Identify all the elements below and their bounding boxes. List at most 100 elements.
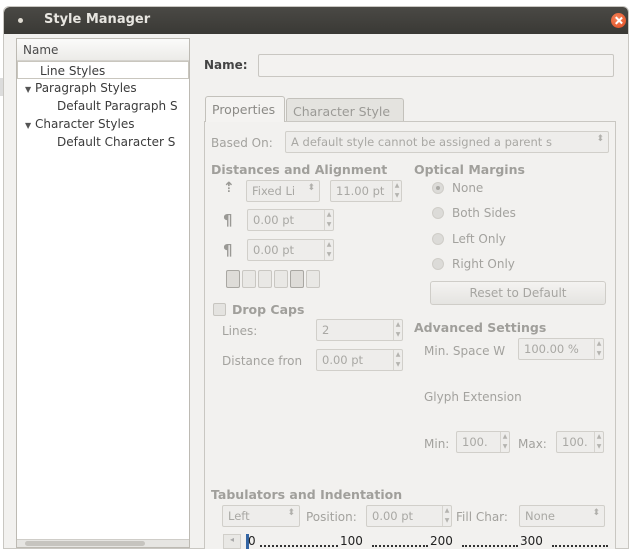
- radio-none-label: None: [452, 181, 484, 195]
- fill-char-value: None: [525, 509, 556, 523]
- drop-caps-checkbox[interactable]: [213, 303, 226, 316]
- glyph-max-value: 100.: [562, 435, 588, 449]
- glyph-min-value: 100.: [462, 435, 488, 449]
- spin-icon[interactable]: ▲ ▼: [392, 181, 401, 201]
- radio-left-only[interactable]: [432, 233, 444, 245]
- spin-icon[interactable]: ▲ ▼: [442, 506, 451, 526]
- tab-alignment-combo[interactable]: Left ⬍: [222, 505, 300, 527]
- close-icon[interactable]: [611, 13, 626, 28]
- tree-header-name[interactable]: Name: [17, 39, 189, 61]
- glyph-max-label: Max:: [518, 437, 547, 451]
- title-bar[interactable]: Style Manager: [4, 7, 628, 34]
- spin-icon[interactable]: ▲ ▼: [324, 240, 333, 260]
- radio-none[interactable]: [432, 182, 444, 194]
- radio-right-only-label: Right Only: [452, 257, 515, 271]
- min-space-field[interactable]: 100.00 % ▲ ▼: [518, 338, 604, 360]
- tree-item-default-paragraph[interactable]: Default Paragraph S: [17, 97, 189, 115]
- spin-icon[interactable]: ▲ ▼: [594, 432, 603, 452]
- radio-right-only[interactable]: [432, 258, 444, 270]
- tree-item-label: Character Styles: [35, 117, 135, 131]
- tree-item-paragraph-styles[interactable]: ▼ Paragraph Styles: [17, 79, 189, 97]
- glyph-max-field[interactable]: 100. ▲ ▼: [556, 431, 604, 453]
- chevron-updown-icon: ⬍: [287, 508, 295, 518]
- style-tree[interactable]: Name Line Styles ▼ Paragraph Styles Defau…: [16, 38, 190, 548]
- chevron-updown-icon: ⬍: [592, 508, 600, 518]
- based-on-value: A default style cannot be assigned a par…: [291, 135, 552, 149]
- tree-item-line-styles[interactable]: Line Styles: [17, 61, 189, 79]
- space-above-icon: ¶: [223, 211, 233, 229]
- name-label: Name:: [204, 58, 248, 72]
- based-on-combo[interactable]: A default style cannot be assigned a par…: [285, 131, 609, 153]
- glyph-min-field[interactable]: 100. ▲ ▼: [456, 431, 510, 453]
- tab-properties[interactable]: Properties: [205, 96, 285, 122]
- fill-char-combo[interactable]: None ⬍: [519, 505, 605, 527]
- space-below-field[interactable]: 0.00 pt ▲ ▼: [247, 239, 334, 261]
- radio-left-only-label: Left Only: [452, 232, 506, 246]
- name-input[interactable]: [258, 54, 614, 77]
- based-on-label: Based On:: [211, 136, 273, 150]
- fill-char-label: Fill Char:: [456, 510, 508, 524]
- ruler-ticks: [462, 545, 518, 549]
- distance-from-label: Distance fron: [222, 354, 303, 368]
- spin-icon[interactable]: ▲ ▼: [393, 350, 402, 370]
- space-above-field[interactable]: 0.00 pt ▲ ▼: [247, 209, 334, 231]
- tab-ruler[interactable]: 0 100 200 300: [246, 534, 610, 549]
- expander-down-icon[interactable]: ▼: [25, 117, 35, 133]
- tree-item-character-styles[interactable]: ▼ Character Styles: [17, 115, 189, 133]
- align-right-button[interactable]: [242, 270, 256, 288]
- space-below-icon: ¶: [223, 241, 233, 259]
- lines-label: Lines:: [222, 324, 258, 338]
- ruler-label: 100: [340, 534, 363, 548]
- advanced-settings-title: Advanced Settings: [414, 320, 547, 335]
- align-justify-button[interactable]: [274, 270, 288, 288]
- spin-icon[interactable]: ▲ ▼: [594, 339, 603, 359]
- tab-character-style[interactable]: Character Style: [286, 98, 404, 122]
- reset-to-default-button[interactable]: Reset to Default: [430, 281, 606, 305]
- expander-down-icon[interactable]: ▼: [25, 81, 35, 97]
- line-spacing-mode-combo[interactable]: Fixed Li ⬍: [246, 180, 320, 202]
- scrollbar-thumb[interactable]: [25, 541, 145, 546]
- lines-field[interactable]: 2 ▲ ▼: [316, 319, 403, 341]
- drop-caps-label: Drop Caps: [232, 302, 305, 317]
- window-title: Style Manager: [44, 12, 151, 27]
- tab-position-field[interactable]: 0.00 pt ▲ ▼: [366, 505, 452, 527]
- tab-position-label: Position:: [306, 510, 357, 524]
- tree-item-label: Line Styles: [40, 64, 106, 78]
- chevron-updown-icon: ⬍: [307, 183, 315, 193]
- space-below-value: 0.00 pt: [253, 243, 295, 257]
- ruler-left-arrow-icon[interactable]: ◂: [223, 534, 241, 549]
- lines-value: 2: [322, 323, 330, 337]
- ruler-ticks: [552, 545, 608, 549]
- spin-icon[interactable]: ▲ ▼: [324, 210, 333, 230]
- min-space-value: 100.00 %: [524, 342, 579, 356]
- radio-both-sides-label: Both Sides: [452, 206, 516, 220]
- line-spacing-value-field[interactable]: 11.00 pt ▲ ▼: [330, 180, 402, 202]
- optical-margins-title: Optical Margins: [414, 162, 525, 177]
- tabulators-section-title: Tabulators and Indentation: [211, 487, 403, 502]
- tree-item-label: Paragraph Styles: [35, 81, 137, 95]
- align-left-button[interactable]: [226, 270, 240, 288]
- tree-horizontal-scrollbar[interactable]: [17, 539, 189, 547]
- distances-section-title: Distances and Alignment: [211, 162, 388, 177]
- tree-item-default-character[interactable]: Default Character S: [17, 133, 189, 151]
- ruler-label: 200: [430, 534, 453, 548]
- glyph-min-label: Min:: [424, 437, 450, 451]
- tab-alignment-value: Left: [228, 509, 250, 523]
- line-spacing-icon: ⇡: [223, 180, 235, 196]
- space-above-value: 0.00 pt: [253, 213, 295, 227]
- distance-from-field[interactable]: 0.00 pt ▲ ▼: [316, 349, 403, 371]
- align-forced-button[interactable]: [290, 270, 304, 288]
- distance-from-value: 0.00 pt: [322, 353, 364, 367]
- align-center-button[interactable]: [258, 270, 272, 288]
- ruler-label: 0: [248, 534, 256, 548]
- ruler-label: 300: [520, 534, 543, 548]
- ruler-ticks: [260, 545, 338, 549]
- window-menu-icon[interactable]: [18, 18, 23, 23]
- tab-position-value: 0.00 pt: [372, 509, 414, 523]
- align-more-button[interactable]: [306, 270, 320, 288]
- glyph-extension-label: Glyph Extension: [424, 390, 522, 404]
- ruler-ticks: [372, 545, 428, 549]
- spin-icon[interactable]: ▲ ▼: [393, 320, 402, 340]
- spin-icon[interactable]: ▲ ▼: [500, 432, 509, 452]
- radio-both-sides[interactable]: [432, 207, 444, 219]
